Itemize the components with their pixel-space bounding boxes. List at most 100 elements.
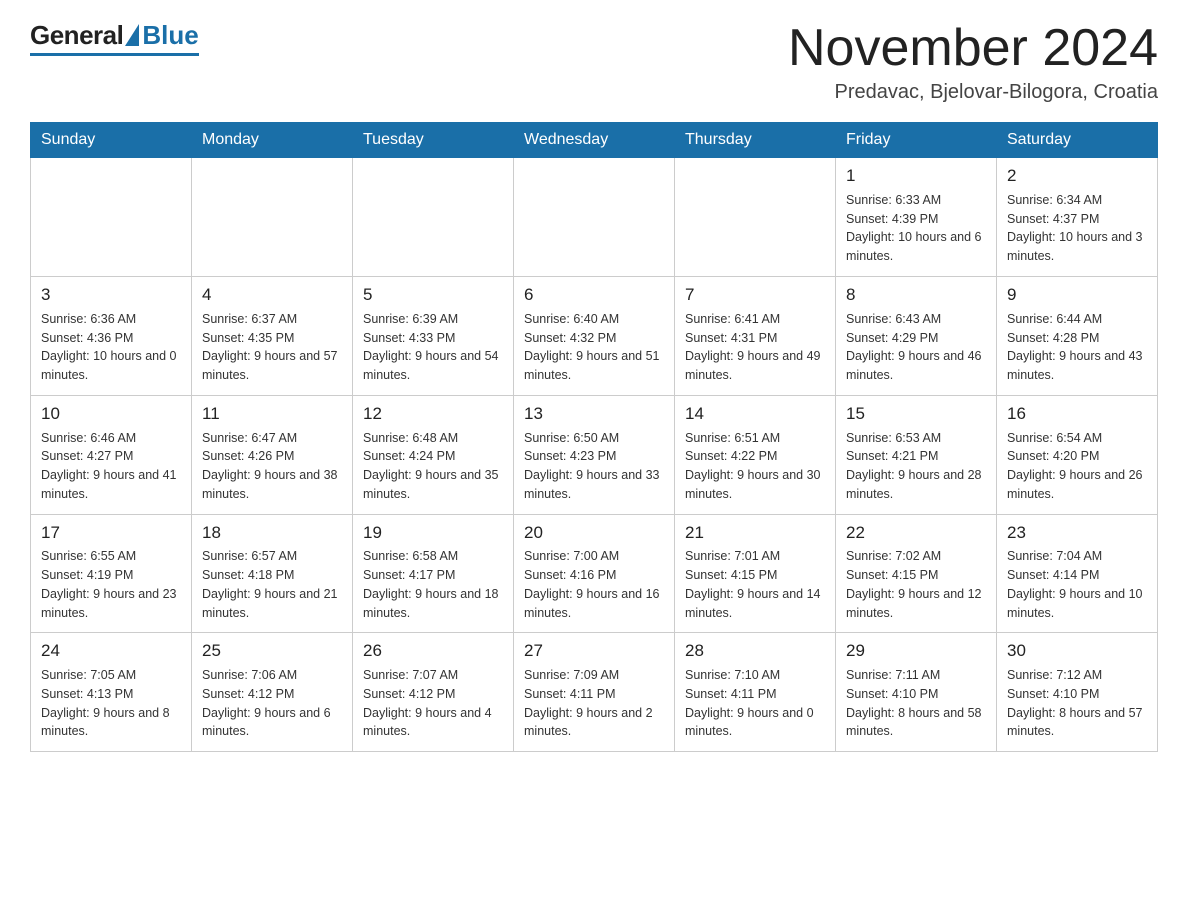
day-cell <box>675 158 836 277</box>
col-monday: Monday <box>192 123 353 158</box>
day-cell <box>514 158 675 277</box>
day-cell: 13Sunrise: 6:50 AM Sunset: 4:23 PM Dayli… <box>514 395 675 514</box>
day-info: Sunrise: 6:40 AM Sunset: 4:32 PM Dayligh… <box>524 310 664 385</box>
day-cell: 10 Sunrise: 6:46 AM Sunset: 4:27 PM Dayli… <box>31 395 192 514</box>
day-cell: 9Sunrise: 6:44 AM Sunset: 4:28 PM Daylig… <box>997 276 1158 395</box>
day-cell: 3 Sunrise: 6:36 AM Sunset: 4:36 PM Daylig… <box>31 276 192 395</box>
day-cell: 18Sunrise: 6:57 AM Sunset: 4:18 PM Dayli… <box>192 514 353 633</box>
day-number: 13 <box>524 402 664 426</box>
day-cell: 12 Sunrise: 6:48 AM Sunset: 4:24 PM Dayli… <box>353 395 514 514</box>
week-row-1: 1 Sunrise: 6:33 AM Sunset: 4:39 PM Daylig… <box>31 158 1158 277</box>
day-number: 16 <box>1007 402 1147 426</box>
week-row-3: 10 Sunrise: 6:46 AM Sunset: 4:27 PM Dayli… <box>31 395 1158 514</box>
day-cell: 1 Sunrise: 6:33 AM Sunset: 4:39 PM Daylig… <box>836 158 997 277</box>
col-saturday: Saturday <box>997 123 1158 158</box>
day-info: Sunrise: 6:41 AM Sunset: 4:31 PM Dayligh… <box>685 310 825 385</box>
week-row-5: 24 Sunrise: 7:05 AM Sunset: 4:13 PM Dayli… <box>31 633 1158 752</box>
day-cell: 29 Sunrise: 7:11 AM Sunset: 4:10 PM Dayli… <box>836 633 997 752</box>
day-cell: 24 Sunrise: 7:05 AM Sunset: 4:13 PM Dayli… <box>31 633 192 752</box>
day-cell: 17Sunrise: 6:55 AM Sunset: 4:19 PM Dayli… <box>31 514 192 633</box>
day-info: Sunrise: 6:58 AM Sunset: 4:17 PM Dayligh… <box>363 547 503 622</box>
day-info: Sunrise: 7:12 AM Sunset: 4:10 PM Dayligh… <box>1007 666 1147 741</box>
day-info: Sunrise: 6:33 AM Sunset: 4:39 PM Dayligh… <box>846 191 986 266</box>
day-info: Sunrise: 7:01 AM Sunset: 4:15 PM Dayligh… <box>685 547 825 622</box>
day-info: Sunrise: 7:02 AM Sunset: 4:15 PM Dayligh… <box>846 547 986 622</box>
day-number: 14 <box>685 402 825 426</box>
day-cell <box>353 158 514 277</box>
day-info: Sunrise: 6:47 AM Sunset: 4:26 PM Dayligh… <box>202 429 342 504</box>
day-info: Sunrise: 6:43 AM Sunset: 4:29 PM Dayligh… <box>846 310 986 385</box>
day-info: Sunrise: 7:11 AM Sunset: 4:10 PM Dayligh… <box>846 666 986 741</box>
day-info: Sunrise: 7:10 AM Sunset: 4:11 PM Dayligh… <box>685 666 825 741</box>
day-cell: 22Sunrise: 7:02 AM Sunset: 4:15 PM Dayli… <box>836 514 997 633</box>
day-info: Sunrise: 6:53 AM Sunset: 4:21 PM Dayligh… <box>846 429 986 504</box>
day-number: 22 <box>846 521 986 545</box>
day-cell: 20Sunrise: 7:00 AM Sunset: 4:16 PM Dayli… <box>514 514 675 633</box>
logo: General Blue <box>30 20 199 56</box>
day-number: 21 <box>685 521 825 545</box>
day-cell: 15 Sunrise: 6:53 AM Sunset: 4:21 PM Dayli… <box>836 395 997 514</box>
day-info: Sunrise: 7:04 AM Sunset: 4:14 PM Dayligh… <box>1007 547 1147 622</box>
logo-general-text: General <box>30 20 123 51</box>
day-number: 12 <box>363 402 503 426</box>
day-cell: 5 Sunrise: 6:39 AM Sunset: 4:33 PM Daylig… <box>353 276 514 395</box>
day-info: Sunrise: 6:48 AM Sunset: 4:24 PM Dayligh… <box>363 429 503 504</box>
col-wednesday: Wednesday <box>514 123 675 158</box>
day-cell: 4 Sunrise: 6:37 AM Sunset: 4:35 PM Daylig… <box>192 276 353 395</box>
day-number: 3 <box>41 283 181 307</box>
location-subtitle: Predavac, Bjelovar-Bilogora, Croatia <box>788 81 1158 104</box>
day-info: Sunrise: 6:36 AM Sunset: 4:36 PM Dayligh… <box>41 310 181 385</box>
day-cell <box>192 158 353 277</box>
day-cell: 2Sunrise: 6:34 AM Sunset: 4:37 PM Daylig… <box>997 158 1158 277</box>
day-info: Sunrise: 6:57 AM Sunset: 4:18 PM Dayligh… <box>202 547 342 622</box>
day-info: Sunrise: 7:06 AM Sunset: 4:12 PM Dayligh… <box>202 666 342 741</box>
day-cell: 14Sunrise: 6:51 AM Sunset: 4:22 PM Dayli… <box>675 395 836 514</box>
title-area: November 2024 Predavac, Bjelovar-Bilogor… <box>788 20 1158 104</box>
day-number: 4 <box>202 283 342 307</box>
day-info: Sunrise: 6:34 AM Sunset: 4:37 PM Dayligh… <box>1007 191 1147 266</box>
day-cell: 19Sunrise: 6:58 AM Sunset: 4:17 PM Dayli… <box>353 514 514 633</box>
day-number: 25 <box>202 639 342 663</box>
day-cell: 8 Sunrise: 6:43 AM Sunset: 4:29 PM Daylig… <box>836 276 997 395</box>
month-title: November 2024 <box>788 20 1158 77</box>
page-header: General Blue November 2024 Predavac, Bje… <box>30 20 1158 104</box>
day-number: 15 <box>846 402 986 426</box>
day-number: 6 <box>524 283 664 307</box>
day-number: 27 <box>524 639 664 663</box>
day-number: 26 <box>363 639 503 663</box>
col-tuesday: Tuesday <box>353 123 514 158</box>
logo-blue-text: Blue <box>142 20 198 51</box>
day-info: Sunrise: 6:46 AM Sunset: 4:27 PM Dayligh… <box>41 429 181 504</box>
day-cell: 6 Sunrise: 6:40 AM Sunset: 4:32 PM Daylig… <box>514 276 675 395</box>
day-number: 24 <box>41 639 181 663</box>
day-info: Sunrise: 6:44 AM Sunset: 4:28 PM Dayligh… <box>1007 310 1147 385</box>
day-info: Sunrise: 6:54 AM Sunset: 4:20 PM Dayligh… <box>1007 429 1147 504</box>
day-info: Sunrise: 7:07 AM Sunset: 4:12 PM Dayligh… <box>363 666 503 741</box>
col-sunday: Sunday <box>31 123 192 158</box>
day-cell: 16 Sunrise: 6:54 AM Sunset: 4:20 PM Dayli… <box>997 395 1158 514</box>
day-number: 18 <box>202 521 342 545</box>
day-number: 8 <box>846 283 986 307</box>
day-number: 10 <box>41 402 181 426</box>
day-cell <box>31 158 192 277</box>
day-info: Sunrise: 6:37 AM Sunset: 4:35 PM Dayligh… <box>202 310 342 385</box>
day-cell: 21Sunrise: 7:01 AM Sunset: 4:15 PM Dayli… <box>675 514 836 633</box>
day-number: 19 <box>363 521 503 545</box>
day-cell: 7Sunrise: 6:41 AM Sunset: 4:31 PM Daylig… <box>675 276 836 395</box>
day-cell: 25 Sunrise: 7:06 AM Sunset: 4:12 PM Dayli… <box>192 633 353 752</box>
day-number: 28 <box>685 639 825 663</box>
day-number: 23 <box>1007 521 1147 545</box>
day-info: Sunrise: 6:55 AM Sunset: 4:19 PM Dayligh… <box>41 547 181 622</box>
day-number: 1 <box>846 164 986 188</box>
day-number: 29 <box>846 639 986 663</box>
week-row-2: 3 Sunrise: 6:36 AM Sunset: 4:36 PM Daylig… <box>31 276 1158 395</box>
day-number: 17 <box>41 521 181 545</box>
day-info: Sunrise: 6:39 AM Sunset: 4:33 PM Dayligh… <box>363 310 503 385</box>
week-row-4: 17Sunrise: 6:55 AM Sunset: 4:19 PM Dayli… <box>31 514 1158 633</box>
day-cell: 28 Sunrise: 7:10 AM Sunset: 4:11 PM Dayli… <box>675 633 836 752</box>
logo-underline <box>30 53 199 56</box>
col-friday: Friday <box>836 123 997 158</box>
day-number: 5 <box>363 283 503 307</box>
day-info: Sunrise: 7:00 AM Sunset: 4:16 PM Dayligh… <box>524 547 664 622</box>
day-info: Sunrise: 7:05 AM Sunset: 4:13 PM Dayligh… <box>41 666 181 741</box>
